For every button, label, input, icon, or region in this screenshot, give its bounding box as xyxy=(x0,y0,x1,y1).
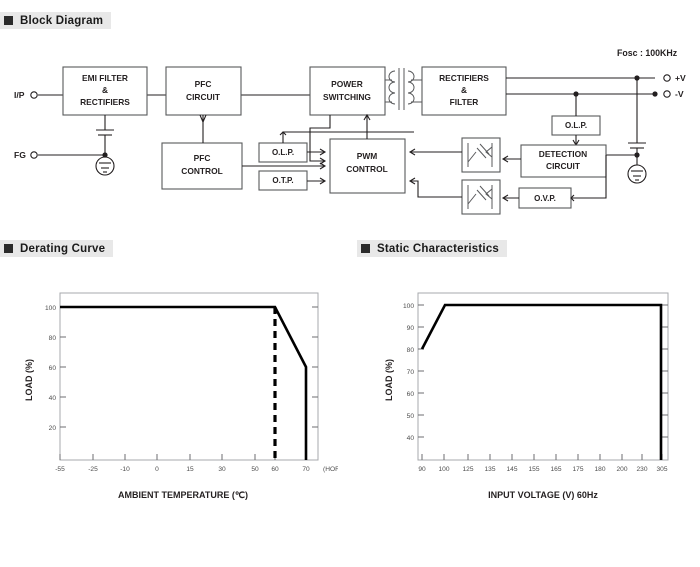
derating-xtick-m25: -25 xyxy=(88,466,98,473)
block-olp-top-label: O.L.P. xyxy=(565,121,587,130)
derating-ytick-40: 40 xyxy=(49,395,57,402)
static-plot-area xyxy=(417,292,669,461)
static-x-axis-title: INPUT VOLTAGE (V) 60Hz xyxy=(488,490,598,500)
derating-ytick-80: 80 xyxy=(49,335,57,342)
derating-curve-chart: 100 80 60 40 20 -55 -25 -10 0 15 30 50 6… xyxy=(18,285,369,515)
block-emi-line1: EMI FILTER xyxy=(82,73,128,83)
optocoupler-upper xyxy=(461,137,501,173)
fosc-note: Fosc : 100KHz xyxy=(617,48,678,58)
block-rect-filter-line2: & xyxy=(461,85,467,95)
terminal-label-vpos: +V xyxy=(675,73,686,83)
block-emi-line2: & xyxy=(102,85,108,95)
static-ytick-90: 90 xyxy=(407,325,415,332)
section-bullet-icon xyxy=(4,244,13,253)
static-xtick-200: 200 xyxy=(616,466,627,473)
block-pfc-control-line2: CONTROL xyxy=(181,166,222,176)
block-power-switching xyxy=(309,66,386,116)
block-detection-line2: CIRCUIT xyxy=(546,161,581,171)
static-xtick-180: 180 xyxy=(594,466,605,473)
derating-ytick-20: 20 xyxy=(49,425,57,432)
derating-xtick-0: 0 xyxy=(155,466,159,473)
output-terminal-vpos xyxy=(663,74,671,82)
transformer-symbol xyxy=(385,68,422,110)
block-detection-line1: DETECTION xyxy=(539,149,587,159)
section-title: Derating Curve xyxy=(20,242,106,255)
output-terminal-vneg xyxy=(663,90,671,98)
block-pwm-control-line2: CONTROL xyxy=(346,164,387,174)
static-xtick-155: 155 xyxy=(528,466,539,473)
block-power-switching-line1: POWER xyxy=(331,79,363,89)
section-bullet-icon xyxy=(361,244,370,253)
block-ovp-label: O.V.P. xyxy=(534,194,556,203)
section-header-block-diagram: Block Diagram xyxy=(0,12,112,29)
fg-terminal-node xyxy=(30,151,38,159)
static-ytick-40: 40 xyxy=(407,435,415,442)
junction-dot-vneg xyxy=(652,91,658,97)
static-ytick-60: 60 xyxy=(407,391,415,398)
section-bullet-icon xyxy=(4,16,13,25)
static-y-axis-title: LOAD (%) xyxy=(384,359,394,401)
block-pfc-circuit-line2: CIRCUIT xyxy=(186,92,221,102)
block-pfc-control-line1: PFC xyxy=(194,153,211,163)
static-xtick-145: 145 xyxy=(506,466,517,473)
derating-xtick-15: 15 xyxy=(186,466,194,473)
junction-dot-olp xyxy=(573,91,579,97)
static-ytick-80: 80 xyxy=(407,347,415,354)
terminal-label-fg: FG xyxy=(14,150,26,160)
derating-xtick-30: 30 xyxy=(218,466,226,473)
derating-xtick-70: 70 xyxy=(302,466,310,473)
static-xtick-165: 165 xyxy=(550,466,561,473)
block-pfc-circuit xyxy=(165,66,242,116)
static-xtick-305: 305 xyxy=(656,466,667,473)
static-ytick-100: 100 xyxy=(403,303,414,310)
block-diagram: Fosc : 100KHz I/P EMI FILTER & RECTIFIER… xyxy=(0,40,700,225)
static-ytick-70: 70 xyxy=(407,369,415,376)
static-xtick-90: 90 xyxy=(418,466,426,473)
block-otp-label: O.T.P. xyxy=(272,176,293,185)
optocoupler-lower xyxy=(461,179,501,215)
block-rect-filter-line3: FILTER xyxy=(450,97,479,107)
derating-y-axis-title: LOAD (%) xyxy=(24,359,34,401)
static-xtick-100: 100 xyxy=(438,466,449,473)
terminal-label-vneg: -V xyxy=(675,89,684,99)
input-terminal-node xyxy=(30,91,38,99)
derating-xtick-60: 60 xyxy=(271,466,279,473)
block-pfc-circuit-line1: PFC xyxy=(195,79,212,89)
block-emi-line3: RECTIFIERS xyxy=(80,97,130,107)
derating-ytick-60: 60 xyxy=(49,365,57,372)
block-pwm-control-line1: PWM xyxy=(357,151,377,161)
static-xtick-135: 135 xyxy=(484,466,495,473)
static-ytick-50: 50 xyxy=(407,413,415,420)
derating-horizontal-annotation: (HORIZONTAL) xyxy=(323,466,338,473)
section-title: Static Characteristics xyxy=(377,242,500,255)
derating-x-axis-title: AMBIENT TEMPERATURE (℃) xyxy=(118,490,248,500)
derating-xtick-m55: -55 xyxy=(55,466,65,473)
derating-xtick-50: 50 xyxy=(251,466,259,473)
derating-xtick-m10: -10 xyxy=(120,466,130,473)
static-xtick-230: 230 xyxy=(636,466,647,473)
block-olp-left-label: O.L.P. xyxy=(272,148,294,157)
section-title: Block Diagram xyxy=(20,14,104,27)
static-xtick-175: 175 xyxy=(572,466,583,473)
section-header-static-characteristics: Static Characteristics xyxy=(357,240,508,257)
derating-ytick-100: 100 xyxy=(45,305,56,312)
static-characteristics-chart: 100 90 80 70 60 50 40 90 100 125 135 145… xyxy=(378,285,688,515)
section-header-derating-curve: Derating Curve xyxy=(0,240,114,257)
terminal-label-input: I/P xyxy=(14,90,25,100)
block-power-switching-line2: SWITCHING xyxy=(323,92,371,102)
block-rect-filter-line1: RECTIFIERS xyxy=(439,73,489,83)
static-xtick-125: 125 xyxy=(462,466,473,473)
